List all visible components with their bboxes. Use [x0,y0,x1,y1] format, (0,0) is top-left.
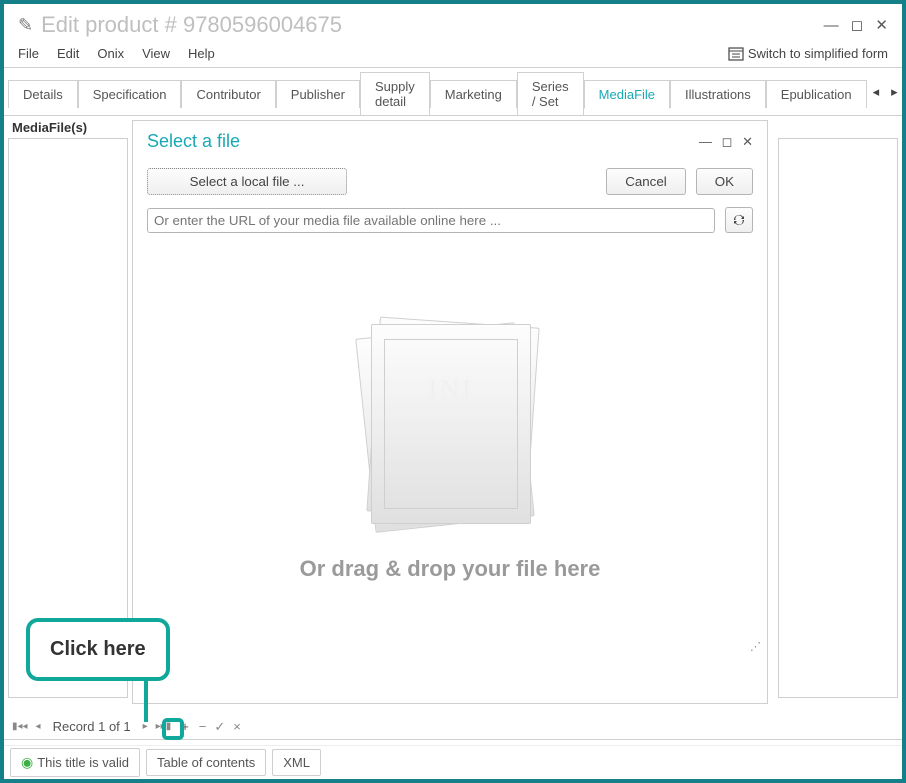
preview-box [778,138,898,698]
menu-view[interactable]: View [142,46,170,61]
confirm-record-button[interactable]: ✓ [214,719,225,735]
select-local-file-button[interactable]: Select a local file ... [147,168,347,195]
tab-supply-detail[interactable]: Supply detail [360,72,430,115]
page-stack-icon: INI [363,316,538,526]
switch-simplified-link[interactable]: Switch to simplified form [728,46,888,61]
tab-bar: Details Specification Contributor Publis… [4,68,902,116]
menubar: File Edit Onix View Help Switch to simpl… [4,46,902,68]
select-file-dialog: Select a file — ◻ ✕ Select a local file … [132,120,768,704]
form-icon [728,47,744,61]
nav-first-button[interactable]: ▮◂◂ [10,721,30,732]
refresh-icon [731,212,747,228]
drop-area[interactable]: INI Or drag & drop your file here ⋰ [133,239,767,659]
table-of-contents-button[interactable]: Table of contents [146,749,266,776]
remove-record-button[interactable]: − [199,719,207,734]
nav-prev-button[interactable]: ◂ [34,721,43,732]
menu-file[interactable]: File [18,46,39,61]
mediafile-label: MediaFile(s) [8,116,128,139]
maximize-button[interactable]: ◻ [851,17,863,34]
check-icon: ◉ [21,754,33,771]
xml-button[interactable]: XML [272,749,321,776]
titlebar: ✎ Edit product # 9780596004675 — ◻ ✕ [4,4,902,46]
tab-illustrations[interactable]: Illustrations [670,80,766,108]
tab-series-set[interactable]: Series / Set [517,72,584,115]
menu-edit[interactable]: Edit [57,46,79,61]
callout-hint: Click here [26,618,170,681]
refresh-button[interactable] [725,207,753,233]
cancel-record-button[interactable]: × [233,719,241,734]
window-title: Edit product # 9780596004675 [41,12,816,38]
url-input[interactable] [147,208,715,233]
nav-next-button[interactable]: ▸ [141,721,150,732]
status-bar: ◉ This title is valid Table of contents … [4,745,902,779]
mediafile-list[interactable] [8,138,128,698]
record-navigator: ▮◂◂ ◂ Record 1 of 1 ▸ ▸▸▮ + − ✓ × [10,718,243,735]
callout-target [162,718,184,740]
tab-contributor[interactable]: Contributor [181,80,275,108]
menu-onix[interactable]: Onix [97,46,124,61]
edit-icon: ✎ [18,15,33,36]
cancel-button[interactable]: Cancel [606,168,686,195]
record-position: Record 1 of 1 [53,719,131,734]
tab-scroll-right[interactable]: ▸ [885,80,904,104]
tab-publisher[interactable]: Publisher [276,80,360,108]
content-area: MediaFile(s) Select a file — ◻ ✕ Select … [4,116,902,740]
minimize-button[interactable]: — [824,17,839,34]
ok-button[interactable]: OK [696,168,753,195]
dialog-maximize-button[interactable]: ◻ [722,134,733,149]
tab-mediafile[interactable]: MediaFile [584,80,670,109]
tab-details[interactable]: Details [8,80,78,108]
dialog-minimize-button[interactable]: — [699,134,712,149]
dialog-title: Select a file [147,131,693,152]
tab-specification[interactable]: Specification [78,80,182,108]
validation-status[interactable]: ◉ This title is valid [10,748,140,777]
callout-connector [144,678,148,722]
tab-scroll-left[interactable]: ◂ [867,80,886,104]
tab-epublication[interactable]: Epublication [766,80,867,108]
drop-text: Or drag & drop your file here [300,556,601,582]
tab-marketing[interactable]: Marketing [430,80,517,108]
main-window: ✎ Edit product # 9780596004675 — ◻ ✕ Fil… [4,4,902,779]
dialog-close-button[interactable]: ✕ [742,134,753,149]
mediafile-section: MediaFile(s) [8,116,128,139]
menu-help[interactable]: Help [188,46,215,61]
close-button[interactable]: ✕ [875,17,888,34]
resize-grip[interactable]: ⋰ [750,640,761,653]
